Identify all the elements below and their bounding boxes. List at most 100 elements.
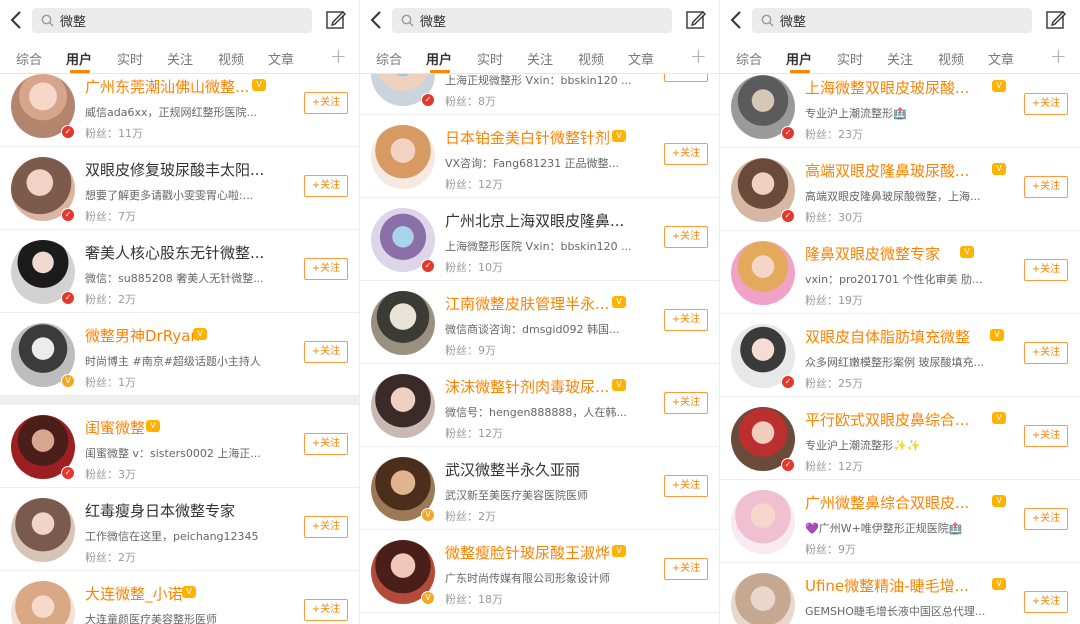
search-input[interactable]: 微整 [32, 8, 312, 33]
user-name[interactable]: 广州东莞潮汕佛山微整... [85, 76, 249, 97]
user-name[interactable]: 大连微整_小诺 [85, 583, 183, 604]
avatar[interactable] [731, 241, 795, 305]
tab-realtime[interactable]: 实时 [837, 49, 863, 68]
tab-realtime[interactable]: 实时 [117, 49, 143, 68]
user-row[interactable]: ✓ 闺蜜微整 V 闺蜜微整 v：sisters0002 上海正... 粉丝：3万… [0, 405, 359, 488]
follow-button[interactable]: +关注 [304, 433, 348, 455]
tab-users[interactable]: 用户 [786, 49, 812, 68]
tab-articles[interactable]: 文章 [988, 49, 1014, 68]
follow-button[interactable]: +关注 [1024, 259, 1068, 281]
back-arrow-icon[interactable] [8, 9, 26, 31]
user-name[interactable]: 江南微整皮肤管理半永... [445, 293, 609, 314]
follow-button[interactable]: +关注 [1024, 425, 1068, 447]
avatar[interactable] [371, 291, 435, 355]
tab-users[interactable]: 用户 [66, 49, 92, 68]
tab-video[interactable]: 视频 [578, 49, 604, 68]
user-name[interactable]: 沫沫微整针剂肉毒玻尿... [445, 376, 609, 397]
back-arrow-icon[interactable] [728, 9, 746, 31]
user-row[interactable]: 广州微整鼻综合双眼皮... V 💜广州W+唯伊整形正规医院🏥 粉丝：9万 +关注 [720, 480, 1080, 563]
user-row[interactable]: ✓ 上海正规微整形 Vxin：bbskin120 ... 粉丝：8万 +关注 [360, 74, 719, 115]
user-name[interactable]: 闺蜜微整 [85, 417, 145, 438]
user-row[interactable]: ✓ 上海微整双眼皮玻尿酸... V 专业沪上潮流整形🏥 粉丝：23万 +关注 [720, 74, 1080, 148]
avatar[interactable] [11, 581, 75, 624]
follow-button[interactable]: +关注 [1024, 591, 1068, 613]
avatar[interactable] [731, 573, 795, 624]
user-name[interactable]: 武汉微整半永久亚丽 [445, 459, 580, 480]
tab-video[interactable]: 视频 [218, 49, 244, 68]
tab-realtime[interactable]: 实时 [477, 49, 503, 68]
add-tab-icon[interactable]: + [690, 44, 707, 68]
user-row[interactable]: 江南微整皮肤管理半永... V 微信商谈咨询：dmsgid092 韩国... 粉… [360, 281, 719, 364]
add-tab-icon[interactable]: + [330, 44, 347, 68]
tab-composite[interactable]: 综合 [736, 49, 762, 68]
follow-button[interactable]: +关注 [664, 226, 708, 248]
follow-button[interactable]: +关注 [304, 175, 348, 197]
user-name[interactable]: 双眼皮自体脂肪填充微整 [805, 326, 970, 347]
follow-button[interactable]: +关注 [664, 558, 708, 580]
tab-articles[interactable]: 文章 [268, 49, 294, 68]
follow-button[interactable]: +关注 [664, 475, 708, 497]
search-input[interactable]: 微整 [392, 8, 672, 33]
tab-composite[interactable]: 综合 [376, 49, 402, 68]
follow-button[interactable]: +关注 [664, 143, 708, 165]
user-row[interactable]: ✓ 高端双眼皮隆鼻玻尿酸... V 高端双眼皮隆鼻玻尿酸微整，上海... 粉丝：… [720, 148, 1080, 231]
tab-articles[interactable]: 文章 [628, 49, 654, 68]
user-name[interactable]: 红毒瘦身日本微整专家 [85, 500, 235, 521]
follow-button[interactable]: +关注 [664, 74, 708, 82]
user-row[interactable]: V 武汉微整半永久亚丽 武汉新至美医疗美容医院医师 粉丝：2万 +关注 [360, 447, 719, 530]
user-row[interactable]: 沫沫微整针剂肉毒玻尿... V 微信号：hengen888888，人在韩... … [360, 364, 719, 447]
compose-icon[interactable] [685, 9, 707, 31]
user-name[interactable]: 双眼皮修复玻尿酸丰太阳... [85, 159, 264, 180]
user-name[interactable]: 日本铂金美白针微整针剂 [445, 127, 610, 148]
user-row[interactable]: 隆鼻双眼皮微整专家 V vxin：pro201701 个性化审美 肋... 粉丝… [720, 231, 1080, 314]
user-name[interactable]: 高端双眼皮隆鼻玻尿酸... [805, 160, 969, 181]
user-name[interactable]: 平行欧式双眼皮鼻综合... [805, 409, 969, 430]
tab-video[interactable]: 视频 [938, 49, 964, 68]
user-name[interactable]: Ufine微整精油-睫毛增... [805, 575, 969, 596]
user-row[interactable]: 日本铂金美白针微整针剂 V VX咨询：Fang681231 正品微整... 粉丝… [360, 115, 719, 198]
follow-button[interactable]: +关注 [304, 258, 348, 280]
follow-button[interactable]: +关注 [304, 599, 348, 621]
follow-button[interactable]: +关注 [1024, 508, 1068, 530]
add-tab-icon[interactable]: + [1050, 44, 1067, 68]
avatar[interactable] [371, 374, 435, 438]
avatar[interactable] [731, 490, 795, 554]
follow-button[interactable]: +关注 [664, 392, 708, 414]
compose-icon[interactable] [325, 9, 347, 31]
follow-button[interactable]: +关注 [1024, 342, 1068, 364]
user-row[interactable]: V 微整瘦脸针玻尿酸王淑烨 V 广东时尚传媒有限公司形象设计师 粉丝：18万 +… [360, 530, 719, 613]
user-row[interactable]: ✓ 广州东莞潮汕佛山微整... V 威信ada6xx，正规网红整形医院... 粉… [0, 74, 359, 147]
user-row[interactable]: ✓ 双眼皮修复玻尿酸丰太阳... 想要了解更多请戳小雯雯胃心啦:... 粉丝：7… [0, 147, 359, 230]
tab-follow[interactable]: 关注 [167, 49, 193, 68]
tab-users[interactable]: 用户 [426, 49, 452, 68]
user-name[interactable]: 微整男神DrRyan [85, 325, 200, 346]
tab-follow[interactable]: 关注 [887, 49, 913, 68]
user-name[interactable]: 奢美人核心股东无针微整... [85, 242, 264, 263]
follow-button[interactable]: +关注 [304, 92, 348, 114]
user-name[interactable]: 隆鼻双眼皮微整专家 [805, 243, 940, 264]
follow-button[interactable]: +关注 [1024, 93, 1068, 115]
tab-composite[interactable]: 综合 [16, 49, 42, 68]
compose-icon[interactable] [1045, 9, 1067, 31]
user-row[interactable]: Ufine微整精油-睫毛增... V GEMSHO睫毛增长液中国区总代理... … [720, 563, 1080, 624]
avatar[interactable] [371, 125, 435, 189]
follow-button[interactable]: +关注 [664, 309, 708, 331]
user-row[interactable]: V 微整男神DrRyan V 时尚博主 #南京#超级话题小主持人 粉丝：1万 +… [0, 313, 359, 396]
follow-button[interactable]: +关注 [304, 516, 348, 538]
follow-button[interactable]: +关注 [1024, 176, 1068, 198]
user-row[interactable]: ✓ 广州北京上海双眼皮隆鼻... 上海微整形医院 Vxin：bbskin120 … [360, 198, 719, 281]
user-row[interactable]: ✓ 奢美人核心股东无针微整... 微信：su885208 奢美人无针微整... … [0, 230, 359, 313]
user-row[interactable]: 大连微整_小诺 V 大连童颜医疗美容整形医师 +关注 [0, 571, 359, 624]
user-row[interactable]: ✓ 双眼皮自体脂肪填充微整 V 众多网红嫩模整形案例 玻尿酸填充... 粉丝：2… [720, 314, 1080, 397]
back-arrow-icon[interactable] [368, 9, 386, 31]
user-name[interactable]: 广州微整鼻综合双眼皮... [805, 492, 969, 513]
tab-follow[interactable]: 关注 [527, 49, 553, 68]
user-row[interactable]: 红毒瘦身日本微整专家 工作微信在这里，peichang12345 粉丝：2万 +… [0, 488, 359, 571]
user-name[interactable]: 微整瘦脸针玻尿酸王淑烨 [445, 542, 610, 563]
user-row[interactable]: ✓ 平行欧式双眼皮鼻综合... V 专业沪上潮流整形✨✨ 粉丝：12万 +关注 [720, 397, 1080, 480]
user-name[interactable]: 上海微整双眼皮玻尿酸... [805, 77, 969, 98]
follow-button[interactable]: +关注 [304, 341, 348, 363]
search-input[interactable]: 微整 [752, 8, 1032, 33]
user-name[interactable]: 广州北京上海双眼皮隆鼻... [445, 210, 624, 231]
avatar[interactable] [11, 498, 75, 562]
